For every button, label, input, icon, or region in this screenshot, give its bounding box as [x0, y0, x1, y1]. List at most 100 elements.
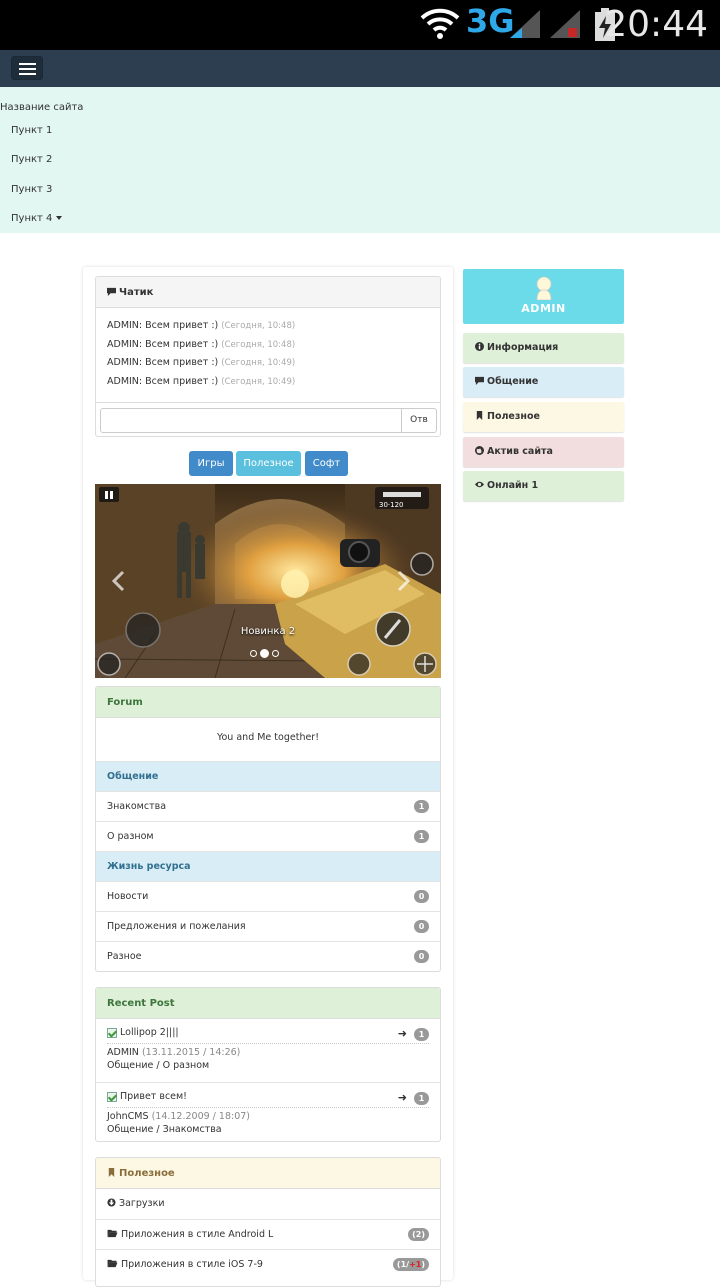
comment-icon	[107, 287, 116, 296]
forum-item-label: Знакомства	[107, 801, 167, 812]
carousel-next-icon[interactable]	[397, 570, 411, 592]
nav-item-2[interactable]: Пункт 2	[11, 154, 52, 165]
games-button[interactable]: Игры	[189, 451, 233, 476]
carousel-dot[interactable]	[250, 650, 257, 657]
chat-message-time: (Сегодня, 10:49)	[221, 376, 296, 387]
chat-message: ADMIN: Всем привет :) (Сегодня, 10:49)	[96, 373, 440, 392]
chat-header: Чатик	[96, 277, 440, 308]
clock: 20:44	[604, 4, 708, 45]
sidebar-item-label: Актив сайта	[487, 446, 553, 457]
chat-message-text: ADMIN: Всем привет :)	[107, 357, 219, 368]
chat-send-button[interactable]: Отв	[401, 408, 437, 433]
count-badge: 0	[414, 920, 429, 933]
forum-item[interactable]: Знакомства 1	[96, 791, 440, 821]
recent-post[interactable]: Lollipop 2|||| ➜ 1 ADMIN (13.11.2015 / 1…	[96, 1019, 440, 1082]
sidebar-item-online[interactable]: Онлайн 1	[463, 471, 624, 501]
post-title-row: Lollipop 2|||| ➜ 1	[107, 1027, 429, 1044]
useful-item[interactable]: Приложения в стиле Android L (2)	[96, 1219, 440, 1249]
carousel-dot[interactable]	[272, 650, 279, 657]
forum-section-header[interactable]: Жизнь ресурса	[96, 851, 440, 881]
navbar	[0, 50, 720, 87]
post-date: (13.11.2015 / 14:26)	[141, 1047, 241, 1058]
user-box[interactable]: ADMIN	[463, 269, 624, 324]
chat-message-text: ADMIN: Всем привет :)	[107, 375, 219, 387]
goto-arrow-icon[interactable]: ➜	[398, 1091, 407, 1104]
info-icon	[475, 342, 484, 351]
post-title[interactable]: Привет всем!	[120, 1091, 187, 1102]
useful-button[interactable]: Полезное	[236, 451, 301, 476]
forum-item[interactable]: Новости 0	[96, 881, 440, 911]
sidebar-item-label: Информация	[487, 342, 559, 353]
site-brand[interactable]: Название сайта	[0, 102, 83, 113]
forum-item[interactable]: Предложения и пожелания 0	[96, 911, 440, 941]
count-value: (1/	[396, 1260, 410, 1269]
post-meta: ADMIN (13.11.2015 / 14:26)	[107, 1047, 429, 1058]
count-badge: 1	[414, 1092, 429, 1105]
forum-section-header[interactable]: Общение	[96, 761, 440, 791]
forum-item[interactable]: Разное 0	[96, 941, 440, 971]
useful-item[interactable]: Загрузки	[96, 1189, 440, 1219]
sidebar-item-useful[interactable]: Полезное	[463, 402, 624, 432]
post-meta: JohnCMS (14.12.2009 / 18:07)	[107, 1111, 429, 1122]
carousel-indicators	[250, 643, 282, 662]
folder-open-icon	[107, 1229, 118, 1238]
useful-header: Полезное	[96, 1158, 440, 1189]
useful-item-label: Приложения в стиле Android L	[121, 1229, 274, 1240]
sidebar-item-info[interactable]: Информация	[463, 333, 624, 363]
post-author[interactable]: ADMIN	[107, 1047, 139, 1058]
useful-item[interactable]: Приложения в стиле iOS 7-9 (1/+1)	[96, 1249, 440, 1279]
user-avatar-icon	[536, 276, 552, 300]
caret-down-icon	[56, 216, 63, 220]
chat-panel: Чатик ADMIN: Всем привет :) (Сегодня, 10…	[95, 276, 441, 437]
sidebar-item-label: Онлайн 1	[487, 480, 539, 491]
download-icon	[107, 1198, 116, 1207]
wifi-icon	[420, 8, 460, 39]
forum-item-label: О разном	[107, 831, 154, 842]
signal-icon-2	[550, 10, 580, 38]
chat-message-time: (Сегодня, 10:48)	[221, 339, 296, 350]
main-content: Чатик ADMIN: Всем привет :) (Сегодня, 10…	[83, 267, 453, 1287]
chat-input[interactable]	[100, 408, 402, 433]
soft-button[interactable]: Софт	[305, 451, 348, 476]
new-count: +1	[409, 1260, 422, 1269]
post-category[interactable]: Общение / О разном	[107, 1060, 429, 1071]
forum-subtitle: You and Me together!	[216, 732, 320, 743]
user-name: ADMIN	[521, 302, 566, 315]
hud-ammo: 30·120	[379, 501, 404, 509]
post-category[interactable]: Общение / Знакомства	[107, 1124, 429, 1135]
forum-item[interactable]: О разном 1	[96, 821, 440, 851]
carousel-dot-active[interactable]	[260, 649, 269, 658]
count-badge: 0	[414, 890, 429, 903]
menu-toggle-button[interactable]	[11, 56, 43, 80]
chat-message-time: (Сегодня, 10:48)	[221, 321, 296, 331]
carousel-caption: Новинка 2	[240, 626, 296, 637]
forum-header: Forum	[96, 687, 440, 718]
goto-arrow-icon[interactable]: ➜	[398, 1027, 407, 1040]
nav-item-3[interactable]: Пункт 3	[11, 184, 52, 195]
count-badge: 1	[414, 1028, 429, 1041]
sidebar-item-activity[interactable]: Актив сайта	[463, 437, 624, 467]
carousel-prev-icon[interactable]	[111, 570, 125, 592]
nav-item-1[interactable]: Пункт 1	[11, 125, 52, 136]
chat-message-text: ADMIN: Всем привет :)	[107, 320, 219, 331]
comment-icon	[475, 376, 484, 385]
sidebar-item-chat[interactable]: Общение	[463, 367, 624, 397]
bookmark-icon	[108, 1168, 115, 1177]
forum-item-label: Разное	[107, 951, 142, 962]
globe-icon	[475, 446, 484, 455]
bookmark-icon	[476, 411, 483, 420]
useful-title: Полезное	[119, 1168, 175, 1179]
recent-post[interactable]: Привет всем! ➜ 1 JohnCMS (14.12.2009 / 1…	[96, 1082, 440, 1141]
nav-item-4-dropdown[interactable]: Пункт 4	[11, 213, 63, 224]
count-badge: 1	[414, 800, 429, 813]
sidebar-item-label: Общение	[487, 376, 539, 387]
post-title[interactable]: Lollipop 2||||	[120, 1027, 179, 1038]
post-author[interactable]: JohnCMS	[107, 1111, 149, 1122]
forum-panel: Forum You and Me together! Общение Знако…	[95, 686, 441, 972]
nav-menu: Название сайта Пункт 1 Пункт 2 Пункт 3 П…	[0, 87, 720, 233]
recent-posts-header: Recent Post	[96, 988, 440, 1019]
image-carousel[interactable]: 30·120 Новинка 2	[95, 484, 441, 678]
useful-item-label: Приложения в стиле iOS 7-9	[121, 1259, 263, 1270]
sidebar-item-label: Полезное	[487, 411, 540, 422]
post-title-row: Привет всем! ➜ 1	[107, 1091, 429, 1108]
